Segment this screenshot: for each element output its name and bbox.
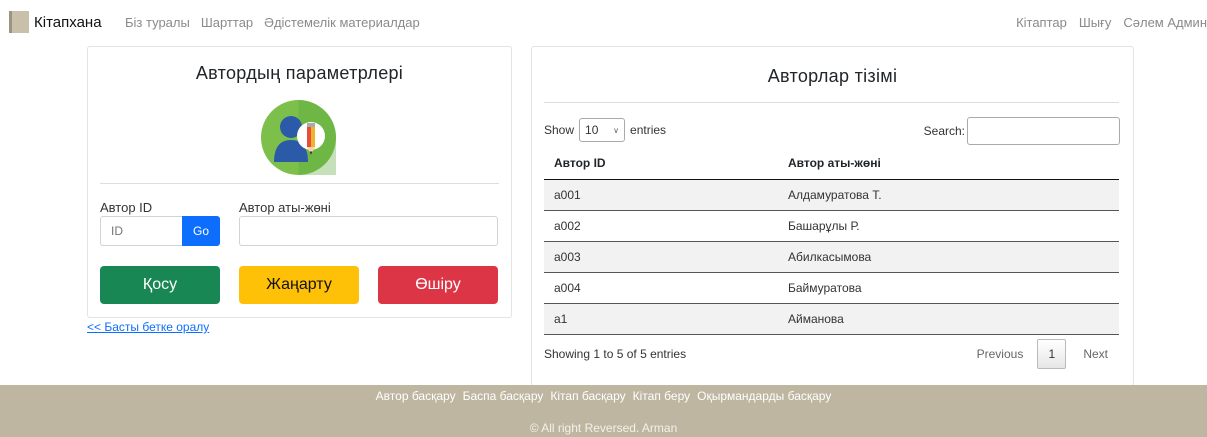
- navbar: Кітапхана Біз туралы Шарттар Әдістемелік…: [0, 0, 1207, 44]
- footer-link-readers[interactable]: Оқырмандарды басқару: [697, 389, 831, 403]
- update-button[interactable]: Жаңарту: [239, 266, 359, 304]
- footer-links: Автор басқару Баспа басқару Кітап басқар…: [0, 389, 1207, 403]
- show-label: Show: [544, 123, 575, 137]
- table-search: Search:: [924, 117, 1120, 145]
- author-name-label: Автор аты-жөні: [239, 200, 331, 215]
- form-divider: [100, 183, 499, 184]
- author-id-cell: a002: [544, 210, 778, 242]
- author-id-group: Go: [100, 216, 220, 246]
- search-input[interactable]: [967, 117, 1120, 145]
- author-id-cell: a004: [544, 272, 778, 304]
- author-id-cell: a003: [544, 241, 778, 273]
- table-row[interactable]: a002 Башарұлы Р.: [544, 210, 1119, 242]
- footer-link-lending[interactable]: Кітап беру: [633, 389, 690, 403]
- table-row[interactable]: a003 Абилкасымова: [544, 241, 1119, 273]
- nav-link-materials[interactable]: Әдістемелік материалдар: [264, 15, 420, 30]
- author-name-input[interactable]: [239, 216, 498, 246]
- table-row[interactable]: a1 Айманова: [544, 303, 1119, 335]
- author-id-input[interactable]: [100, 216, 182, 246]
- page-length-control: Show 10 ∨ entries: [544, 118, 666, 142]
- add-button[interactable]: Қосу: [100, 266, 220, 304]
- entries-label: entries: [630, 123, 667, 137]
- author-name-cell: Алдамуратова Т.: [778, 179, 1119, 211]
- table-info: Showing 1 to 5 of 5 entries: [544, 347, 687, 361]
- search-label: Search:: [923, 124, 965, 138]
- authors-list-card: Авторлар тізімі Show 10 ∨ entries Search…: [531, 46, 1134, 386]
- author-name-cell: Башарұлы Р.: [778, 210, 1119, 242]
- footer-link-books[interactable]: Кітап басқару: [550, 389, 625, 403]
- authors-table: Автор ID Автор аты-жөні a001 Алдамуратов…: [544, 147, 1119, 335]
- nav-user-greeting[interactable]: Сәлем Админ: [1123, 15, 1207, 30]
- delete-button[interactable]: Өшіру: [378, 266, 498, 304]
- page-number-button[interactable]: 1: [1037, 339, 1067, 369]
- go-button[interactable]: Go: [182, 216, 220, 246]
- author-name-cell: Баймуратова: [778, 272, 1119, 304]
- nav-right: Кітаптар Шығу Сәлем Админ: [1016, 15, 1207, 30]
- chevron-down-icon: ∨: [613, 125, 620, 135]
- brand[interactable]: Кітапхана: [9, 11, 102, 33]
- page-length-value: 10: [585, 123, 599, 137]
- footer: Автор басқару Баспа басқару Кітап басқар…: [0, 385, 1207, 437]
- nav-link-terms[interactable]: Шарттар: [201, 15, 253, 30]
- author-form-card: Автордың параметрлері Автор ID Автор аты…: [87, 46, 512, 318]
- column-header-author-id[interactable]: Автор ID: [544, 147, 778, 180]
- form-title: Автордың параметрлері: [195, 63, 404, 83]
- nav-link-logout[interactable]: Шығу: [1079, 15, 1112, 30]
- author-name-cell: Абилкасымова: [778, 241, 1119, 273]
- table-header-row: Автор ID Автор аты-жөні: [544, 147, 1119, 180]
- footer-link-authors[interactable]: Автор басқару: [376, 389, 456, 403]
- page-length-select[interactable]: 10 ∨: [579, 118, 626, 142]
- column-header-author-name[interactable]: Автор аты-жөні: [778, 147, 1119, 180]
- footer-link-publishers[interactable]: Баспа басқару: [463, 389, 544, 403]
- authors-title: Авторлар тізімі: [767, 66, 898, 86]
- author-logo-icon: [261, 100, 336, 175]
- author-name-cell: Айманова: [778, 303, 1119, 335]
- nav-link-books[interactable]: Кітаптар: [1016, 15, 1067, 30]
- nav-link-about[interactable]: Біз туралы: [125, 15, 190, 30]
- nav-left: Біз туралы Шарттар Әдістемелік материалд…: [125, 15, 420, 30]
- book-icon: [9, 11, 29, 33]
- brand-title[interactable]: Кітапхана: [34, 14, 102, 31]
- back-home-link[interactable]: << Басты бетке оралу: [87, 320, 209, 334]
- copyright: © All right Reversed. Arman: [529, 421, 678, 435]
- author-id-cell: a001: [544, 179, 778, 211]
- authors-divider: [544, 102, 1119, 103]
- table-row[interactable]: a004 Баймуратова: [544, 272, 1119, 304]
- next-page-button[interactable]: Next: [1083, 347, 1108, 361]
- table-row[interactable]: a001 Алдамуратова Т.: [544, 179, 1119, 211]
- author-id-cell: a1: [544, 303, 778, 335]
- author-id-label: Автор ID: [100, 200, 153, 215]
- pagination: Previous 1 Next: [977, 339, 1108, 369]
- previous-page-button[interactable]: Previous: [977, 347, 1024, 361]
